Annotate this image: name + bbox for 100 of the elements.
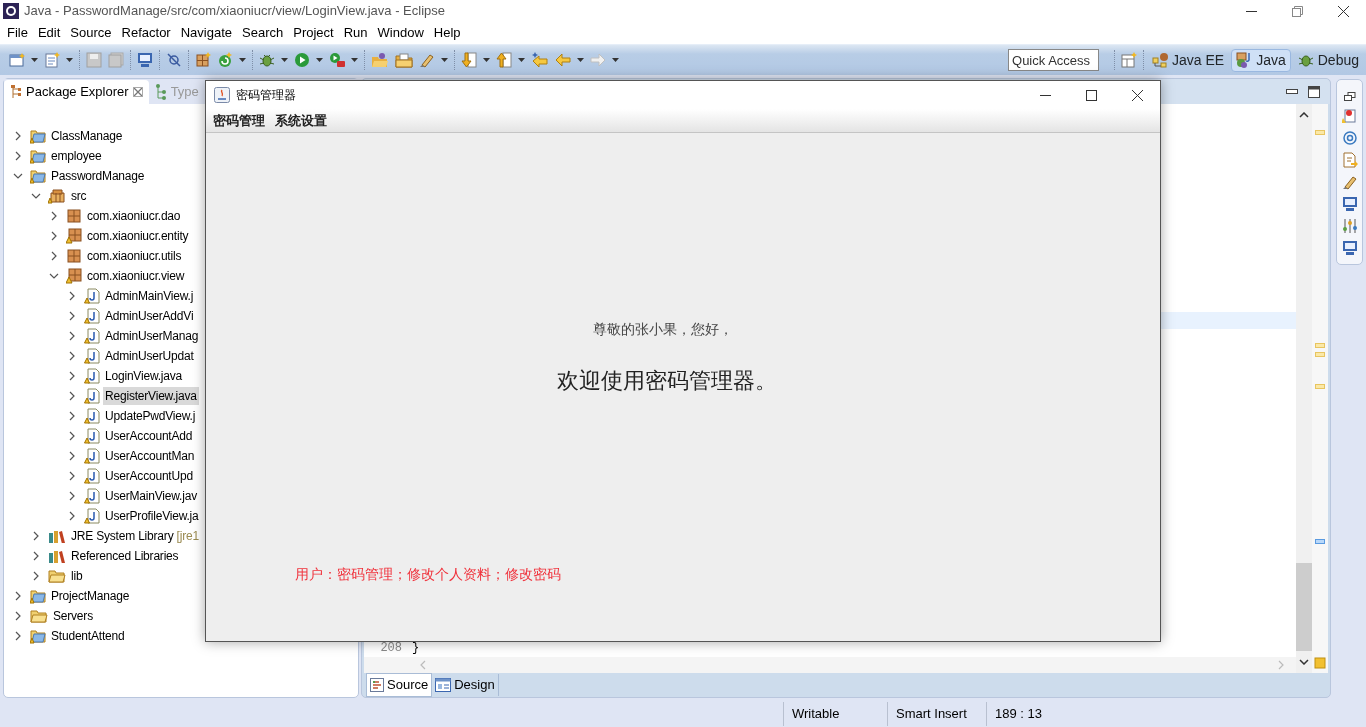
status-text: Smart Insert: [887, 701, 986, 726]
folder-icon: [48, 568, 66, 584]
package-icon: [66, 228, 82, 244]
tree-item[interactable]: AdminUserAddVi: [103, 307, 196, 325]
tree-item[interactable]: AdminMainView.j: [103, 287, 196, 305]
vertical-scrollbar[interactable]: [1296, 104, 1312, 673]
tree-item[interactable]: com.xiaoniucr.utils: [85, 247, 184, 265]
overview-marker[interactable]: [1315, 384, 1325, 389]
menu-item[interactable]: Navigate: [175, 23, 237, 43]
overview-marker[interactable]: [1315, 343, 1325, 348]
tree-item[interactable]: com.xiaoniucr.entity: [85, 227, 191, 245]
project-folder-icon: [30, 148, 46, 164]
caret-icon[interactable]: [480, 58, 493, 62]
up-arrow-icon[interactable]: [493, 52, 515, 68]
caret-icon[interactable]: [236, 58, 249, 62]
caret-icon[interactable]: [348, 58, 361, 62]
folder-icon[interactable]: [392, 52, 416, 68]
maximize-icon[interactable]: [1085, 89, 1097, 101]
caret-icon[interactable]: [63, 58, 76, 62]
menu-item[interactable]: Refactor: [116, 23, 176, 43]
menu-item[interactable]: 系统设置: [270, 110, 332, 131]
tree-item[interactable]: PasswordManage: [49, 167, 147, 185]
tree-item[interactable]: AdminUserManag: [103, 327, 201, 345]
menu-item[interactable]: Project: [288, 23, 339, 43]
tree-item[interactable]: ClassManage: [49, 127, 125, 145]
warning-marker-icon[interactable]: [1314, 657, 1326, 669]
permissions-text: 用户：密码管理；修改个人资料；修改密码: [295, 565, 561, 584]
close-icon[interactable]: [1337, 5, 1349, 17]
quick-access-field[interactable]: Quick Access: [1008, 49, 1099, 71]
tree-item[interactable]: UserAccountUpd: [103, 467, 195, 485]
restore-icon[interactable]: [1343, 92, 1356, 102]
tree-item[interactable]: src: [69, 187, 89, 205]
code-line: }: [412, 640, 420, 657]
source-folder-icon: [48, 188, 66, 204]
perspective-button[interactable]: Java EE: [1147, 48, 1230, 72]
tree-item[interactable]: AdminUserUpdat: [103, 347, 196, 365]
tree-item[interactable]: RegisterView.java: [103, 387, 199, 405]
tree-item[interactable]: UserAccountMan: [103, 447, 197, 465]
tree-item[interactable]: Referenced Libraries: [69, 547, 181, 565]
menu-item[interactable]: Run: [338, 23, 373, 43]
editor-tab[interactable]: Source: [366, 673, 433, 697]
caret-icon[interactable]: [28, 58, 41, 62]
minimize-icon[interactable]: [1286, 88, 1298, 95]
menu-item[interactable]: 密码管理: [208, 110, 270, 131]
design-icon: [435, 678, 452, 692]
tree-item[interactable]: lib: [69, 567, 85, 585]
tree-item[interactable]: com.xiaoniucr.view: [85, 267, 187, 285]
package-icon: [66, 268, 82, 284]
menu-item[interactable]: Source: [65, 23, 117, 43]
view-tab[interactable]: Package Explorer: [4, 80, 149, 104]
breakpoint-icon[interactable]: [1341, 108, 1358, 124]
tree-item[interactable]: UserProfileView.ja: [103, 507, 201, 525]
caret-icon[interactable]: [515, 58, 528, 62]
menu-item[interactable]: Edit: [32, 23, 66, 43]
line-number: 208: [379, 640, 403, 657]
monitor-icon[interactable]: [1341, 240, 1358, 256]
scroll-thumb[interactable]: [1296, 563, 1312, 651]
overview-marker[interactable]: [1315, 539, 1325, 544]
tree-item[interactable]: JRE System Library [jre1: [69, 527, 201, 545]
tree-item[interactable]: com.xiaoniucr.dao: [85, 207, 183, 225]
tree-item[interactable]: LoginView.java: [103, 367, 185, 385]
scroll-down-icon[interactable]: [1299, 659, 1309, 665]
hierarchy-icon: [154, 84, 167, 100]
menu-item[interactable]: Window: [372, 23, 429, 43]
down-arrow-icon[interactable]: [458, 52, 480, 68]
tree-item[interactable]: UserMainView.jav: [103, 487, 199, 505]
java-file-icon: [84, 448, 100, 464]
caret-icon[interactable]: [609, 58, 622, 62]
caret-icon[interactable]: [574, 58, 587, 62]
tree-item[interactable]: StudentAttend: [49, 627, 127, 645]
tree-item[interactable]: employee: [49, 147, 104, 165]
scroll-up-icon[interactable]: [1299, 112, 1309, 118]
package-icon: [66, 248, 82, 264]
pen-icon[interactable]: [1341, 174, 1358, 190]
sliders-icon[interactable]: [1341, 218, 1358, 234]
overview-marker[interactable]: [1315, 352, 1325, 357]
maximize-icon[interactable]: [1308, 85, 1320, 98]
menu-item[interactable]: File: [2, 23, 33, 43]
welcome-heading: 欢迎使用密码管理器。: [557, 367, 777, 395]
tree-item[interactable]: ProjectManage: [49, 587, 132, 605]
close-icon[interactable]: [1131, 89, 1143, 101]
tree-icon: [10, 85, 22, 99]
tree-item[interactable]: UserAccountAdd: [103, 427, 195, 445]
editor-tab[interactable]: Design: [432, 674, 499, 696]
menu-item[interactable]: Help: [428, 23, 466, 43]
caret-icon[interactable]: [313, 58, 326, 62]
perspective-button[interactable]: Java: [1231, 48, 1291, 72]
library-icon: [48, 529, 66, 543]
perspective-button[interactable]: Debug: [1292, 48, 1364, 72]
dialog-title: 密码管理器: [236, 87, 297, 104]
bug-icon: [1297, 52, 1314, 68]
monitor-icon[interactable]: [1341, 196, 1358, 212]
java-file-icon: [84, 328, 100, 344]
tree-item[interactable]: Servers: [51, 607, 95, 625]
caret-icon[interactable]: [438, 58, 451, 62]
tree-item[interactable]: UpdatePwdView.j: [103, 407, 198, 425]
at-sign-icon[interactable]: [1341, 130, 1358, 146]
menu-item[interactable]: Search: [237, 23, 289, 43]
overview-marker[interactable]: [1315, 130, 1325, 135]
caret-icon[interactable]: [278, 58, 291, 62]
